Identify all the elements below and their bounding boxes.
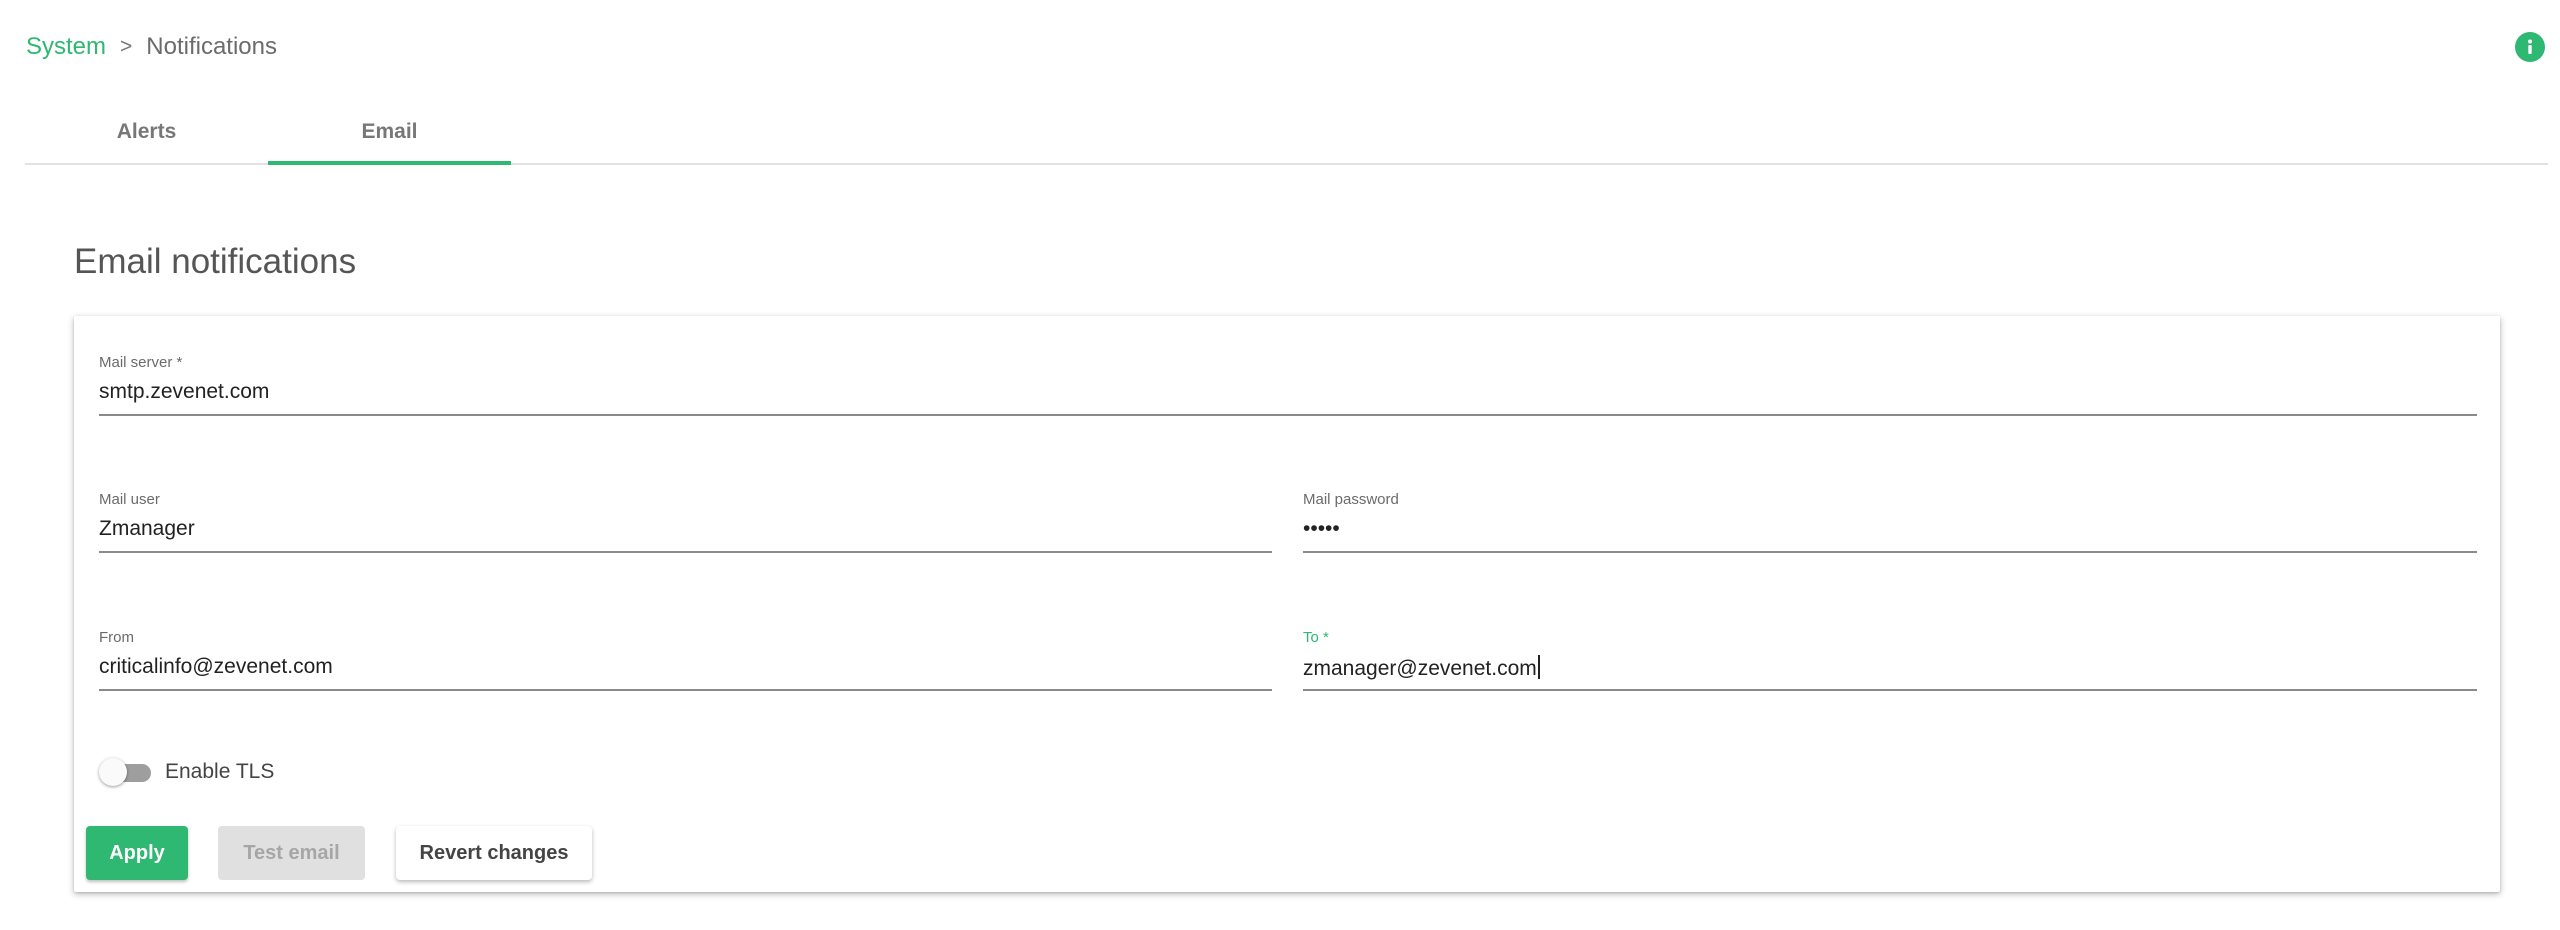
enable-tls-toggle-row[interactable]: Enable TLS	[99, 756, 274, 788]
mail-user-field[interactable]: Mail user Zmanager	[99, 491, 1272, 553]
from-field[interactable]: From criticalinfo@zevenet.com	[99, 629, 1272, 691]
tab-email[interactable]: Email	[268, 100, 511, 165]
tab-alerts[interactable]: Alerts	[25, 100, 268, 163]
from-input[interactable]: criticalinfo@zevenet.com	[99, 655, 1272, 679]
breadcrumb-system-link[interactable]: System	[26, 33, 106, 61]
breadcrumb-separator: >	[120, 35, 133, 58]
mail-password-label: Mail password	[1303, 491, 1399, 508]
mail-server-label: Mail server *	[99, 354, 183, 371]
email-settings-card: Mail server * smtp.zevenet.com Mail user…	[74, 316, 2500, 892]
text-caret	[1537, 655, 1540, 679]
section-title: Email notifications	[74, 242, 357, 281]
to-input-value: zmanager@zevenet.com	[1303, 657, 1537, 680]
to-label: To *	[1303, 629, 1329, 646]
test-email-button: Test email	[218, 826, 365, 880]
revert-changes-button[interactable]: Revert changes	[396, 826, 592, 880]
breadcrumb: System > Notifications	[26, 32, 277, 62]
mail-password-field[interactable]: Mail password •••••	[1303, 491, 2477, 553]
enable-tls-toggle[interactable]	[99, 756, 153, 788]
mail-user-input[interactable]: Zmanager	[99, 517, 1272, 541]
from-label: From	[99, 629, 134, 646]
tab-bar: Alerts Email	[25, 100, 2548, 165]
notifications-page: System > Notifications Alerts Email Emai…	[0, 0, 2560, 930]
apply-button[interactable]: Apply	[86, 826, 188, 880]
enable-tls-label: Enable TLS	[165, 760, 275, 783]
to-field[interactable]: To * zmanager@zevenet.com	[1303, 629, 2477, 691]
breadcrumb-current: Notifications	[146, 33, 278, 60]
mail-password-input[interactable]: •••••	[1303, 517, 2477, 541]
mail-user-label: Mail user	[99, 491, 160, 508]
to-input[interactable]: zmanager@zevenet.com	[1303, 655, 2477, 681]
toggle-knob	[99, 758, 127, 786]
mail-server-field[interactable]: Mail server * smtp.zevenet.com	[99, 354, 2477, 416]
info-icon[interactable]	[2515, 32, 2545, 62]
mail-server-input[interactable]: smtp.zevenet.com	[99, 380, 2477, 404]
